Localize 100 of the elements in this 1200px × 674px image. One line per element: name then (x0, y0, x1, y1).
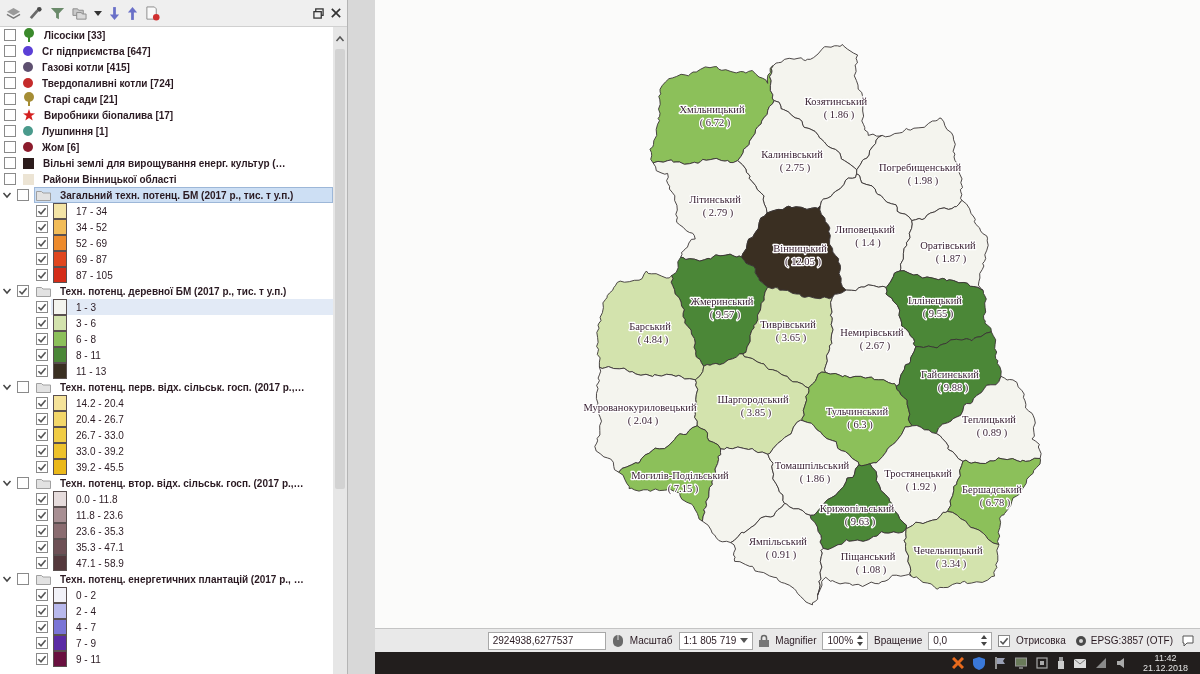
coordinate-field[interactable]: 2924938,6277537 (487, 631, 606, 650)
chevron-icon[interactable] (2, 382, 12, 392)
speech-bubble-icon[interactable] (1182, 634, 1194, 647)
checkbox[interactable] (17, 189, 29, 201)
layer-item[interactable]: Жом [6] (21, 139, 333, 155)
network-icon[interactable] (1035, 657, 1048, 669)
scrollbar[interactable] (333, 27, 347, 674)
checkbox[interactable] (36, 653, 48, 665)
legend-class-item[interactable]: 87 - 105 (51, 267, 333, 283)
signal-icon[interactable] (1094, 657, 1107, 669)
checkbox[interactable] (36, 317, 48, 329)
checkbox[interactable] (36, 397, 48, 409)
checkbox[interactable] (36, 205, 48, 217)
crs-button[interactable]: EPSG:3857 (OTF) (1071, 631, 1176, 650)
checkbox[interactable] (36, 413, 48, 425)
caret-icon[interactable] (94, 10, 102, 16)
legend-class-item[interactable]: 0.0 - 11.8 (51, 491, 333, 507)
checkbox[interactable] (17, 477, 29, 489)
checkbox[interactable] (4, 29, 16, 41)
checkbox[interactable] (17, 573, 29, 585)
legend-class-item[interactable]: 11 - 13 (51, 363, 333, 379)
layer-group-item[interactable]: Техн. потенц. перв. відх. сільськ. госп. (2017 р.,… (34, 379, 333, 395)
checkbox[interactable] (36, 349, 48, 361)
layer-group-item[interactable]: Техн. потенц. енергетичних плантацій (2017 р., … (34, 571, 333, 587)
layer-item[interactable]: Лушпиння [1] (21, 123, 333, 139)
checkbox[interactable] (36, 557, 48, 569)
float-icon[interactable] (313, 7, 324, 19)
checkbox[interactable] (17, 381, 29, 393)
layer-item[interactable]: Сг підприємства [647] (21, 43, 333, 59)
legend-class-item[interactable]: 20.4 - 26.7 (51, 411, 333, 427)
legend-class-item[interactable]: 26.7 - 33.0 (51, 427, 333, 443)
filter-icon[interactable] (50, 5, 65, 21)
shield-icon[interactable] (972, 656, 985, 670)
checkbox[interactable] (4, 157, 16, 169)
checkbox[interactable] (36, 637, 48, 649)
magnifier-spinbox[interactable]: 100% (822, 631, 869, 650)
legend-class-item[interactable]: 8 - 11 (51, 347, 333, 363)
legend-class-item[interactable]: 47.1 - 58.9 (51, 555, 333, 571)
checkbox[interactable] (36, 269, 48, 281)
checkbox[interactable] (36, 429, 48, 441)
checkbox[interactable] (36, 541, 48, 553)
checkbox[interactable] (36, 301, 48, 313)
layer-group-item[interactable]: Техн. потенц. втор. відх. сільськ. госп. (2017 р.,… (34, 475, 333, 491)
layer-item[interactable]: Виробники біопалива [17] (21, 107, 333, 123)
checkbox[interactable] (36, 221, 48, 233)
layer-item[interactable]: Лісосіки [33] (21, 27, 333, 43)
rotation-spinbox[interactable]: 0,0 (928, 631, 993, 650)
layer-item[interactable]: Вільні землі для вирощування енерг. культур (… (21, 155, 333, 171)
legend-class-item[interactable]: 35.3 - 47.1 (51, 539, 333, 555)
checkbox[interactable] (4, 77, 16, 89)
layer-item[interactable]: Газові котли [415] (21, 59, 333, 75)
checkbox[interactable] (36, 237, 48, 249)
brush-icon[interactable] (28, 5, 43, 21)
checkbox[interactable] (4, 173, 16, 185)
legend-class-item[interactable]: 33.0 - 39.2 (51, 443, 333, 459)
flag-icon[interactable] (993, 657, 1006, 669)
mouse-icon[interactable] (611, 633, 624, 648)
legend-class-item[interactable]: 39.2 - 45.5 (51, 459, 333, 475)
layer-group-item[interactable]: Техн. потенц. деревної БМ (2017 р., тис. т у.п.) (34, 283, 333, 299)
checkbox[interactable] (4, 125, 16, 137)
checkbox[interactable] (4, 45, 16, 57)
checkbox[interactable] (36, 445, 48, 457)
envelope-icon[interactable] (1073, 658, 1086, 668)
document-remove-icon[interactable] (145, 5, 160, 21)
legend-class-item[interactable]: 3 - 6 (51, 315, 333, 331)
checkbox[interactable] (998, 634, 1011, 647)
usb-icon[interactable] (1056, 657, 1065, 669)
legend-class-item[interactable]: 4 - 7 (51, 619, 333, 635)
checkbox[interactable] (36, 509, 48, 521)
layer-item[interactable]: Твердопаливні котли [724] (21, 75, 333, 91)
legend-class-item[interactable]: 0 - 2 (51, 587, 333, 603)
checkbox[interactable] (36, 525, 48, 537)
legend-class-item[interactable]: 7 - 9 (51, 635, 333, 651)
legend-class-item[interactable]: 11.8 - 23.6 (51, 507, 333, 523)
checkbox[interactable] (36, 461, 48, 473)
chevron-icon[interactable] (2, 574, 12, 584)
legend-class-item[interactable]: 6 - 8 (51, 331, 333, 347)
arrow-down-icon[interactable] (109, 5, 120, 21)
layer-group-item[interactable]: Загальний техн. потенц. БМ (2017 р., тис. т у.п.) (34, 187, 333, 203)
checkbox[interactable] (36, 493, 48, 505)
layers-icon[interactable] (6, 5, 21, 21)
legend-class-item[interactable]: 69 - 87 (51, 251, 333, 267)
checkbox[interactable] (36, 333, 48, 345)
checkbox[interactable] (4, 141, 16, 153)
folders-icon[interactable] (72, 5, 87, 21)
layer-item[interactable]: Старі сади [21] (21, 91, 333, 107)
chevron-icon[interactable] (2, 478, 12, 488)
legend-class-item[interactable]: 23.6 - 35.3 (51, 523, 333, 539)
checkbox[interactable] (36, 605, 48, 617)
legend-class-item[interactable]: 2 - 4 (51, 603, 333, 619)
checkbox[interactable] (36, 589, 48, 601)
layer-item[interactable]: Райони Вінницької області (21, 171, 333, 187)
checkbox[interactable] (36, 253, 48, 265)
legend-class-item[interactable]: 34 - 52 (51, 219, 333, 235)
monitor-icon[interactable] (1014, 657, 1027, 669)
legend-class-item[interactable]: 14.2 - 20.4 (51, 395, 333, 411)
scale-combobox[interactable]: 1:1 805 719 (678, 631, 754, 650)
cross-icon[interactable] (951, 657, 964, 669)
chevron-icon[interactable] (2, 286, 12, 296)
legend-class-item[interactable]: 1 - 3 (51, 299, 333, 315)
